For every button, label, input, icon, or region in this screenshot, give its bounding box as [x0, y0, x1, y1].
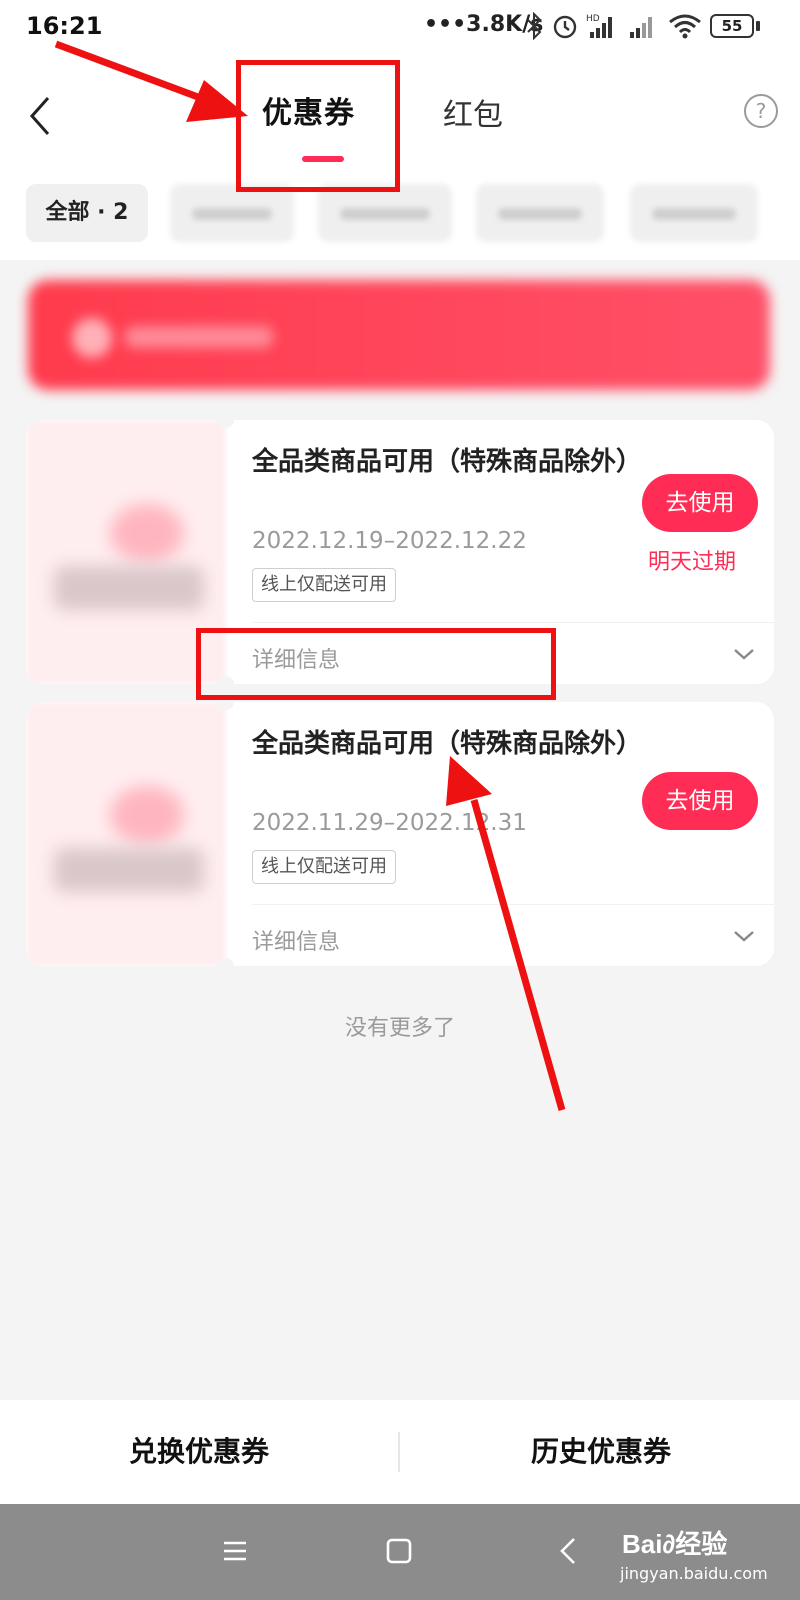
baidu-jingyan-watermark: Bai∂经验 jingyan.baidu.com — [614, 1504, 790, 1600]
banner-text-blurred — [124, 326, 274, 348]
bluetooth-icon — [527, 12, 542, 40]
filter-chip-blurred[interactable] — [318, 184, 452, 242]
nav-back-icon[interactable] — [548, 1530, 590, 1572]
list-end-text: 没有更多了 — [344, 1016, 455, 1041]
page-header: 优惠券 红包 ? — [0, 60, 800, 180]
coupon-title: 全品类商品可用（特殊商品除外） — [252, 729, 643, 759]
history-coupons-button[interactable]: 历史优惠券 — [402, 1400, 800, 1504]
signal-hd-icon: HD — [586, 14, 612, 38]
detail-info-toggle[interactable]: 详细信息 — [252, 924, 340, 956]
banner-logo-blurred — [72, 318, 112, 358]
bottom-divider — [398, 1432, 400, 1472]
status-time: 16:21 — [26, 12, 103, 40]
chevron-down-icon[interactable] — [732, 924, 756, 948]
card-divider — [252, 904, 774, 905]
filter-chip-blurred[interactable] — [630, 184, 758, 242]
help-icon[interactable]: ? — [744, 94, 778, 128]
card-divider — [252, 622, 774, 623]
coupon-tag: 线上仅配送可用 — [252, 568, 396, 602]
annotation-box-tab — [236, 60, 400, 192]
expire-note: 明天过期 — [648, 550, 737, 575]
wifi-icon — [669, 14, 701, 39]
home-icon[interactable] — [378, 1530, 420, 1572]
signal-icon — [630, 17, 652, 38]
menu-icon[interactable] — [214, 1530, 256, 1572]
coupon-title: 全品类商品可用（特殊商品除外） — [252, 447, 643, 477]
coupon-thumbnail-blurred — [26, 702, 226, 966]
coupon-date-range: 2022.12.19–2022.12.22 — [252, 528, 527, 554]
alarm-icon — [553, 15, 577, 39]
coupon-tag: 线上仅配送可用 — [252, 850, 396, 884]
use-coupon-button[interactable]: 去使用 — [642, 474, 758, 532]
card-notch — [218, 958, 234, 966]
tab-red-packets[interactable]: 红包 — [443, 90, 503, 134]
battery-icon: 55 — [710, 14, 754, 38]
svg-text:HD: HD — [586, 14, 600, 24]
filter-chip-all[interactable]: 全部 · 2 — [26, 184, 148, 242]
watermark-url: jingyan.baidu.com — [620, 1564, 768, 1583]
back-icon[interactable] — [20, 88, 60, 144]
chevron-down-icon[interactable] — [732, 642, 756, 666]
use-coupon-button[interactable]: 去使用 — [642, 772, 758, 830]
battery-tip — [756, 21, 760, 31]
coupon-card[interactable]: 全品类商品可用（特殊商品除外） 2022.11.29–2022.12.31 线上… — [26, 702, 774, 966]
annotation-box-detail — [196, 628, 556, 700]
redeem-coupon-button[interactable]: 兑换优惠券 — [0, 1400, 398, 1504]
watermark-brand: Bai∂经验 — [622, 1529, 728, 1559]
filter-chip-blurred[interactable] — [170, 184, 294, 242]
filter-chip-blurred[interactable] — [476, 184, 604, 242]
coupon-date-range: 2022.11.29–2022.12.31 — [252, 810, 527, 836]
